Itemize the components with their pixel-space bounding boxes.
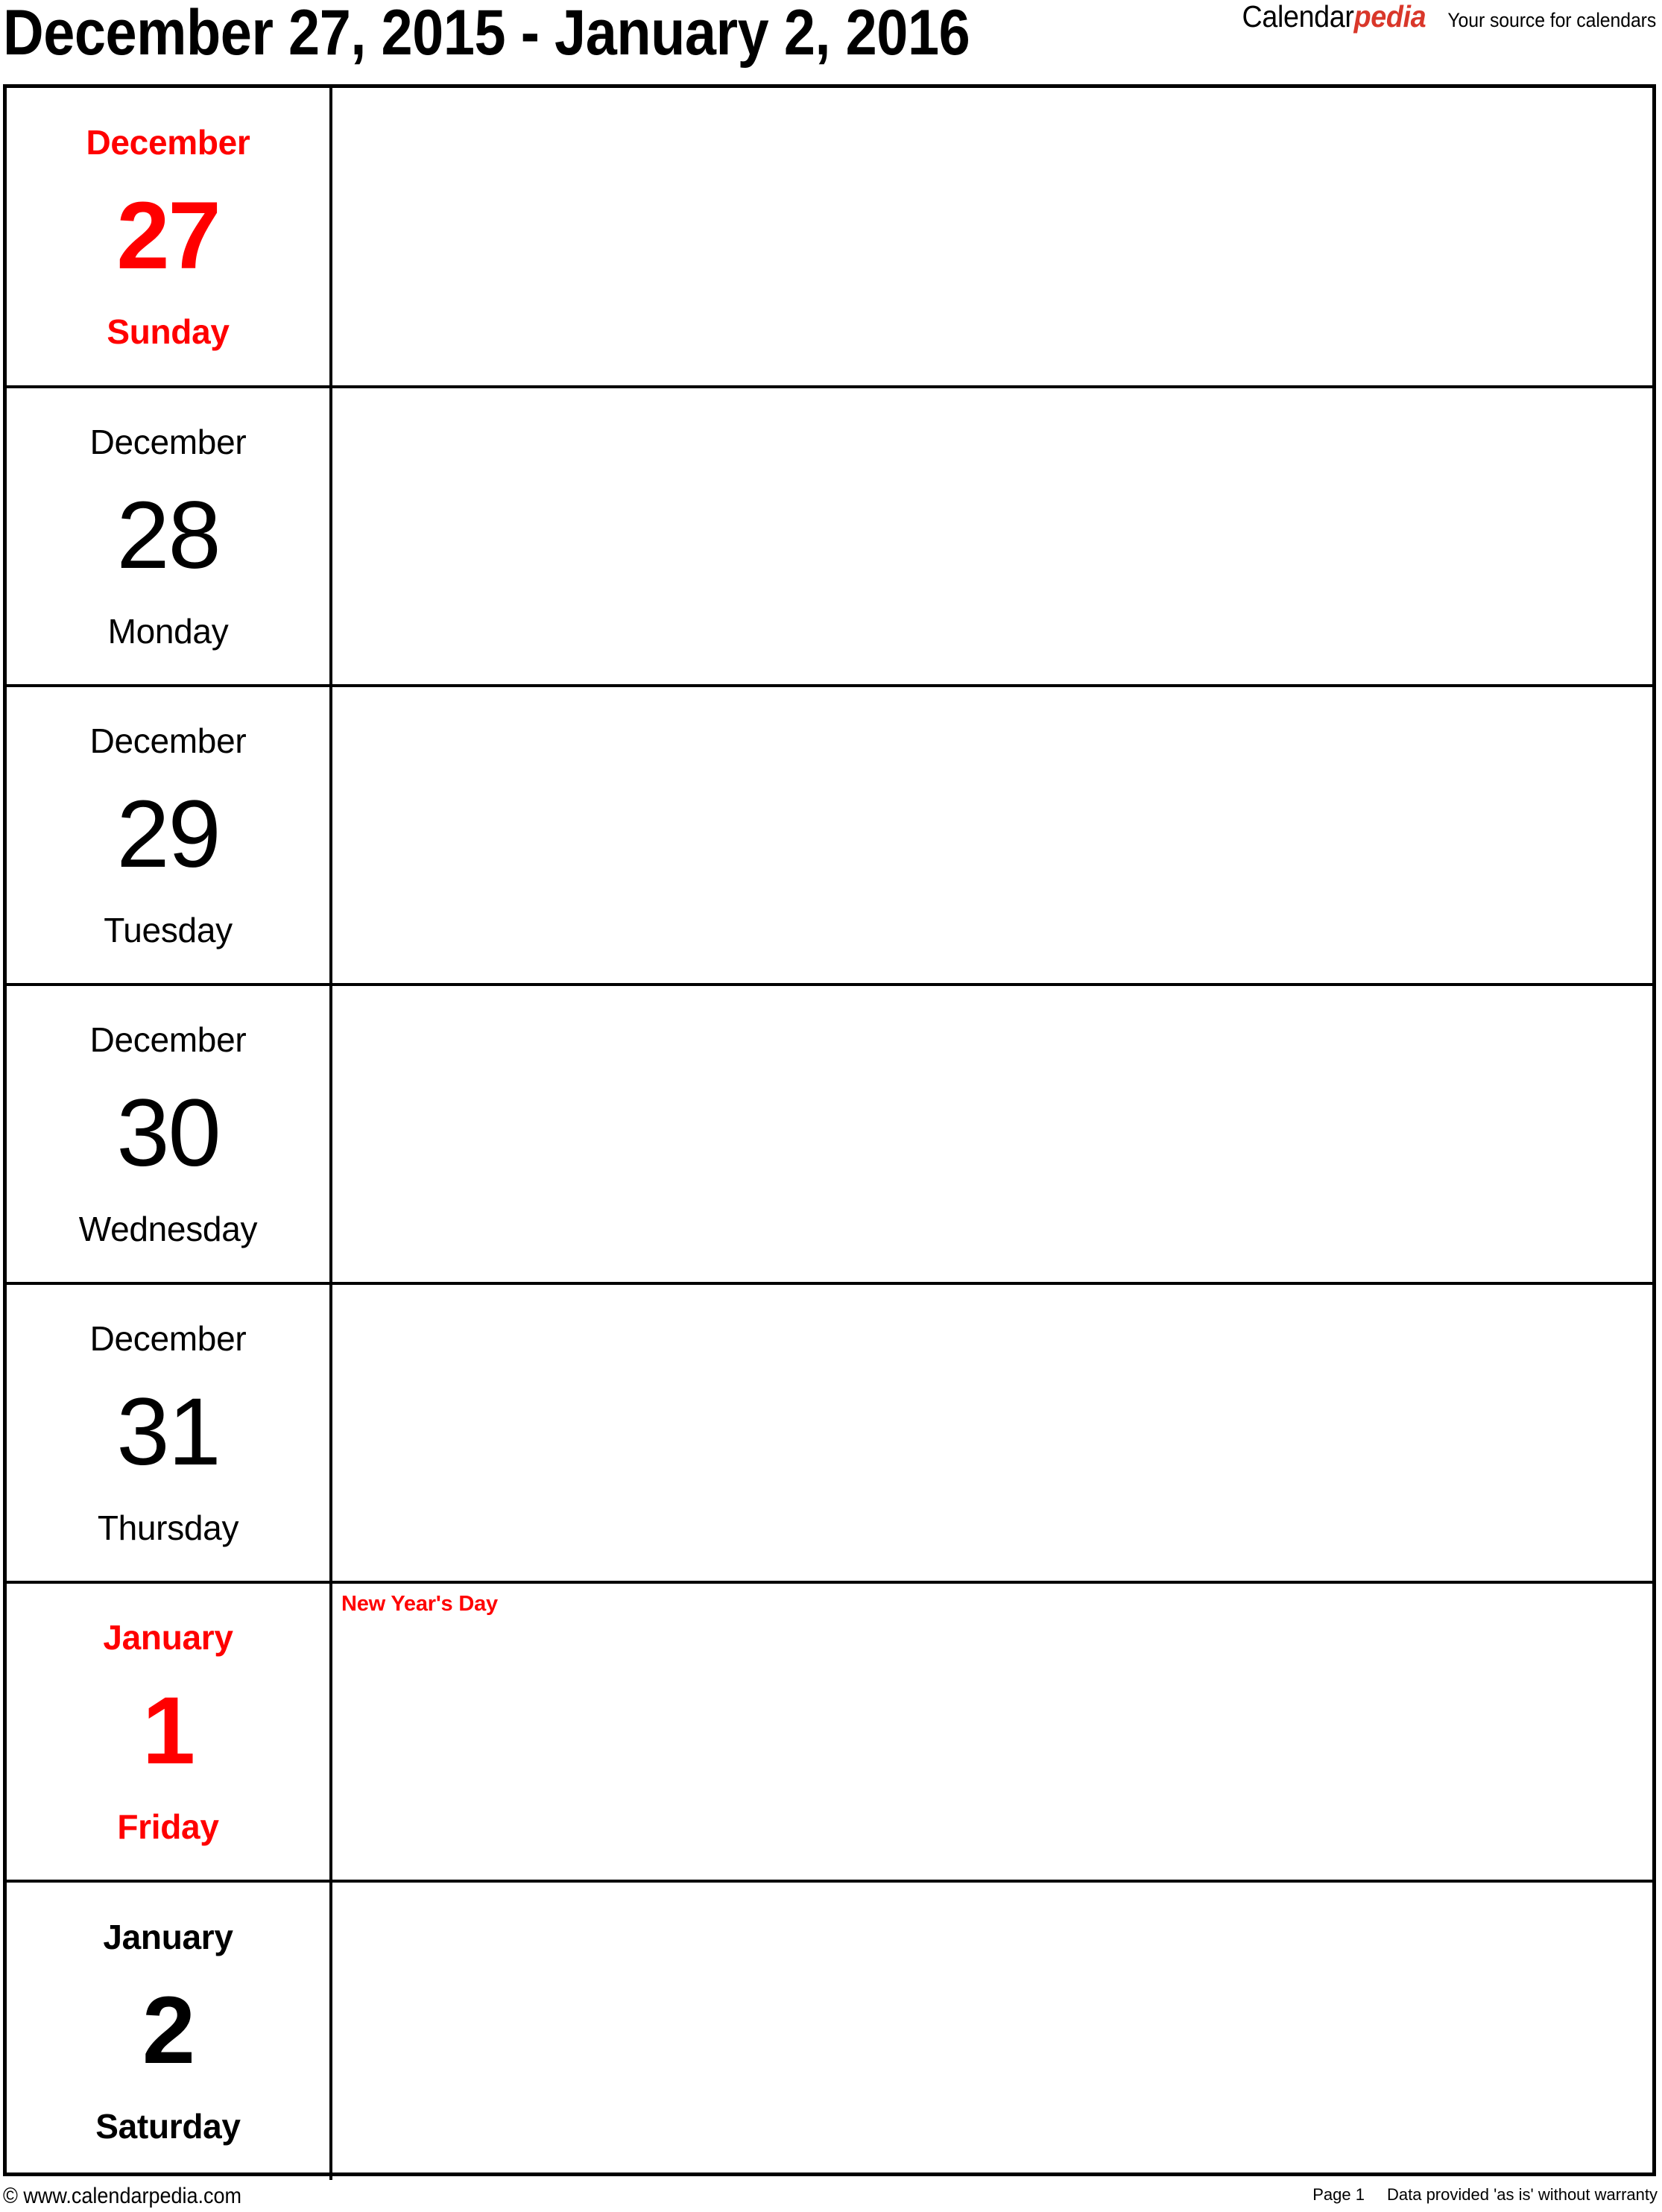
month-label: December: [89, 1318, 247, 1358]
table-row: December 27 Sunday: [7, 88, 1652, 387]
weekly-calendar-grid: December 27 Sunday December 28 Monday De…: [3, 84, 1656, 2180]
table-row: December 28 Monday: [7, 385, 1652, 686]
day-header-cell: December 28 Monday: [7, 385, 332, 686]
day-notes-area[interactable]: [331, 1282, 1652, 1582]
weekday-label: Sunday: [107, 312, 230, 351]
day-number: 28: [116, 481, 221, 589]
page-number: Page 1: [1312, 2185, 1365, 2204]
day-header-cell: December 29 Tuesday: [7, 684, 332, 985]
day-header-cell: January 1 Friday: [7, 1581, 332, 1881]
weekday-label: Friday: [117, 1807, 219, 1846]
day-header-cell: December 31 Thursday: [7, 1282, 332, 1582]
day-number: 30: [116, 1079, 221, 1186]
day-number: 27: [116, 182, 221, 289]
day-number: 2: [142, 1976, 195, 2084]
day-header-cell: January 2 Saturday: [7, 1880, 332, 2180]
brand-name-primary: Calendar: [1242, 0, 1355, 34]
weekday-label: Thursday: [97, 1508, 239, 1547]
day-notes-area[interactable]: [331, 983, 1652, 1283]
day-number: 29: [116, 780, 221, 888]
event-label: New Year's Day: [341, 1592, 498, 1616]
table-row: December 30 Wednesday: [7, 983, 1652, 1283]
day-header-cell: December 27 Sunday: [7, 88, 332, 387]
page-title: December 27, 2015 - January 2, 2016: [3, 0, 970, 69]
calendar-body: December 27 Sunday December 28 Monday De…: [7, 88, 1652, 2180]
month-label: December: [89, 1020, 247, 1059]
month-label: January: [103, 1917, 233, 1956]
month-label: January: [103, 1617, 233, 1657]
table-row: December 31 Thursday: [7, 1282, 1652, 1582]
day-header-cell: December 30 Wednesday: [7, 983, 332, 1283]
footer-meta: Page 1 Data provided 'as is' without warr…: [1312, 2184, 1658, 2205]
month-label: December: [86, 122, 250, 162]
brand-tagline: Your source for calendars: [1447, 9, 1656, 31]
month-label: December: [89, 721, 247, 760]
brand-name: Calendarpedia: [1242, 1, 1426, 32]
weekday-label: Wednesday: [78, 1209, 258, 1248]
day-notes-area[interactable]: [331, 88, 1652, 387]
day-notes-area[interactable]: New Year's Day: [331, 1581, 1652, 1881]
day-notes-area[interactable]: [331, 1880, 1652, 2180]
copyright-link[interactable]: © www.calendarpedia.com: [3, 2182, 241, 2211]
table-row: January 1 Friday New Year's Day: [7, 1581, 1652, 1881]
brand-name-accent: pedia: [1353, 0, 1426, 34]
calendar-page: December 27, 2015 - January 2, 2016 Cale…: [0, 0, 1662, 2212]
day-number: 31: [116, 1378, 221, 1485]
weekday-label: Tuesday: [104, 910, 233, 949]
weekday-label: Saturday: [95, 2106, 241, 2146]
calendar-table: December 27 Sunday December 28 Monday De…: [7, 88, 1652, 2180]
table-row: January 2 Saturday: [7, 1880, 1652, 2180]
day-number: 1: [142, 1677, 195, 1784]
weekday-label: Monday: [107, 611, 229, 651]
day-notes-area[interactable]: [331, 385, 1652, 686]
disclaimer-text: Data provided 'as is' without warranty: [1386, 2185, 1658, 2204]
page-footer: © www.calendarpedia.com Page 1 Data provi…: [0, 2179, 1662, 2212]
calendarpedia-logo: Calendarpedia Your source for calendars: [1226, 1, 1657, 32]
table-row: December 29 Tuesday: [7, 684, 1652, 985]
day-notes-area[interactable]: [331, 684, 1652, 985]
month-label: December: [89, 422, 247, 461]
page-header: December 27, 2015 - January 2, 2016 Cale…: [0, 0, 1662, 84]
